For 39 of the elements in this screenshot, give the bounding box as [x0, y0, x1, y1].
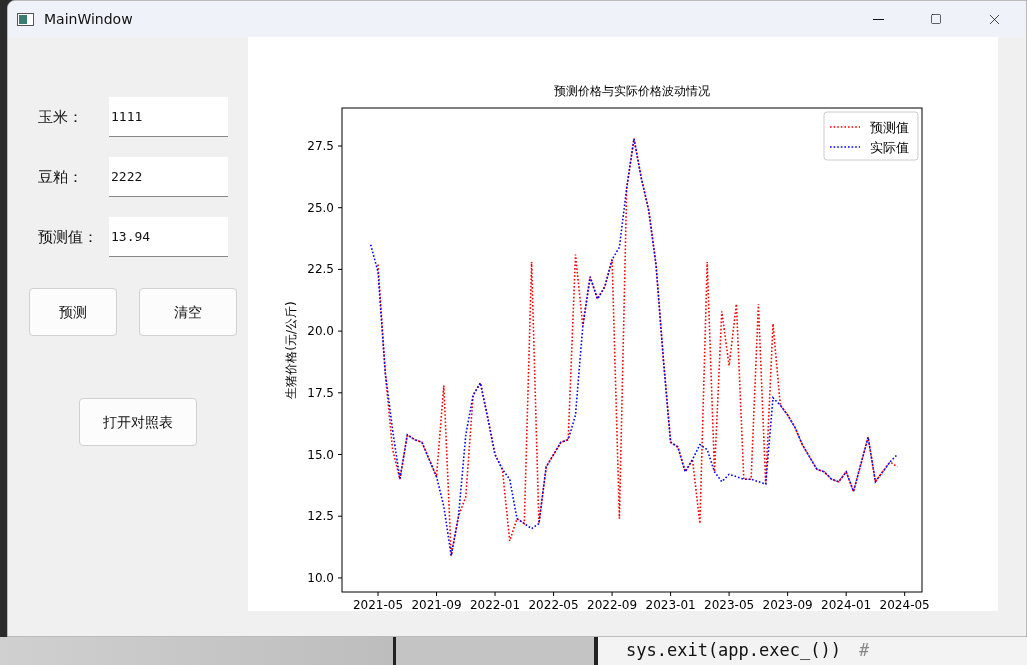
window-app-icon: [17, 12, 34, 26]
x-tick-label: 2024-05: [879, 598, 930, 611]
x-tick-label: 2022-09: [587, 598, 638, 611]
field-label: 玉米：: [38, 106, 84, 128]
window-title: MainWindow: [44, 9, 133, 29]
input-field[interactable]: 2222: [109, 157, 228, 197]
open-table-button[interactable]: 打开对照表: [79, 398, 197, 446]
x-tick-label: 2023-05: [704, 598, 755, 611]
legend-label: 预测值: [870, 120, 909, 135]
legend-line: [829, 146, 861, 148]
action-button[interactable]: 清空: [139, 288, 237, 336]
field-label: 豆粕：: [38, 166, 84, 188]
x-tick-label: 2023-09: [762, 598, 813, 611]
action-button[interactable]: 预测: [29, 288, 117, 336]
x-tick-label: 2021-09: [411, 598, 462, 611]
legend-label: 实际值: [870, 140, 909, 155]
y-tick-label: 10.0: [307, 570, 334, 585]
x-tick-label: 2022-05: [528, 598, 579, 611]
y-tick-label: 27.5: [307, 139, 334, 153]
code-line: sys.exit(app.exec_()): [626, 639, 841, 663]
x-tick-label: 2023-01: [645, 598, 696, 611]
input-field[interactable]: 1111: [109, 97, 228, 137]
x-tick-label: 2021-05: [352, 598, 404, 611]
minimize-icon: [872, 18, 884, 20]
input-field[interactable]: 13.94: [109, 217, 228, 257]
y-tick-label: 25.0: [307, 200, 334, 215]
y-tick-label: 17.5: [307, 385, 334, 400]
x-tick-label: 2022-01: [469, 598, 521, 611]
y-axis-label: 生猪价格(元/公斤): [284, 301, 298, 399]
chart-title: 预测价格与实际价格波动情况: [554, 84, 710, 98]
code-comment: #: [858, 639, 870, 663]
x-tick-label: 2024-01: [821, 598, 872, 611]
y-tick-label: 22.5: [307, 262, 334, 277]
field-label: 预测值：: [38, 226, 99, 248]
y-tick-label: 20.0: [307, 324, 334, 339]
y-tick-label: 12.5: [307, 509, 334, 524]
maximize-icon: [930, 13, 942, 25]
legend-line: [829, 126, 861, 128]
y-tick-label: 15.0: [307, 447, 334, 462]
